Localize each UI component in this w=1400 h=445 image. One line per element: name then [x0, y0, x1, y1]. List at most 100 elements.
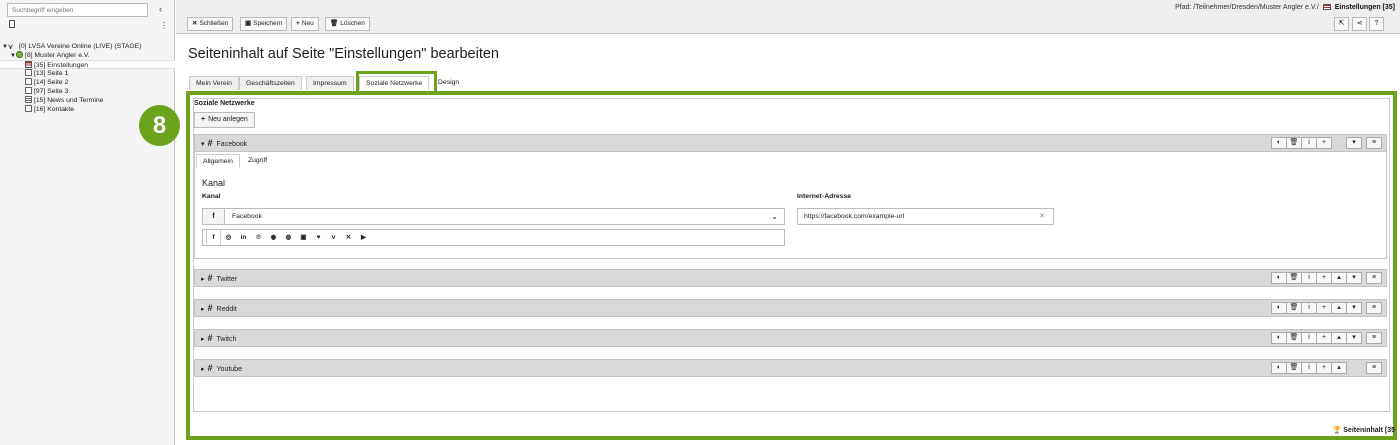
docheader: Pfad: /Teilnehmer/Dresden/Muster Angler …: [176, 0, 1400, 34]
xing-icon[interactable]: ✕: [341, 230, 356, 245]
trash-icon[interactable]: 🗑: [1286, 362, 1302, 374]
record-header-facebook[interactable]: ▾ # Facebook ◐ 🗑 i + ▾ ≡: [194, 134, 1387, 152]
close-button[interactable]: ✕ Schließen: [187, 17, 234, 31]
plus-icon[interactable]: +: [1316, 272, 1332, 284]
instagram-icon[interactable]: ◎: [221, 230, 236, 245]
trash-icon[interactable]: 🗑: [1286, 302, 1302, 314]
move-up-icon[interactable]: ▴: [1331, 272, 1347, 284]
toggle-visibility-icon[interactable]: ◐: [1271, 137, 1287, 149]
share-button[interactable]: ⋖: [1352, 17, 1367, 31]
hash-icon: #: [207, 333, 213, 343]
url-label: Internet-Adresse: [797, 193, 852, 200]
facebook-icon[interactable]: f: [206, 230, 221, 245]
twitch-icon[interactable]: ▣: [296, 230, 311, 245]
move-down-icon[interactable]: ▾: [1346, 302, 1362, 314]
tree-node-site[interactable]: ▼ [8] Muster Angler e.V.: [0, 51, 175, 60]
move-up-icon[interactable]: ▴: [1331, 302, 1347, 314]
help-button[interactable]: ?: [1369, 17, 1384, 31]
info-icon[interactable]: i: [1301, 272, 1317, 284]
page-icon: [25, 87, 32, 94]
record-header-youtube[interactable]: ▸ # Youtube ◐ 🗑 i + ▴ ≡: [194, 359, 1387, 377]
collapse-panel-icon[interactable]: ‹: [159, 4, 162, 14]
info-icon[interactable]: i: [1301, 332, 1317, 344]
save-button[interactable]: ▣ Speichern: [240, 17, 288, 31]
drag-handle-icon[interactable]: ≡: [1366, 362, 1382, 374]
twitter-icon[interactable]: ♥: [311, 230, 326, 245]
tree-search-input[interactable]: [7, 3, 148, 17]
tree-node-seite-2[interactable]: [14] Seite 2: [0, 78, 175, 87]
toggle-visibility-icon[interactable]: ◐: [1271, 302, 1287, 314]
move-down-icon[interactable]: ▾: [1346, 332, 1362, 344]
page-icon: [25, 69, 32, 76]
drag-handle-icon[interactable]: ≡: [1366, 332, 1382, 344]
trash-icon: 🗑: [330, 20, 339, 27]
url-input[interactable]: https://facebook.com/example-url: [797, 208, 1054, 225]
info-icon[interactable]: i: [1301, 137, 1317, 149]
record-header-twitch[interactable]: ▸ # Twitch ◐ 🗑 i + ▴ ▾ ≡: [194, 329, 1387, 347]
move-down-icon[interactable]: ▾: [1346, 137, 1362, 149]
plus-icon[interactable]: +: [1316, 362, 1332, 374]
drag-handle-icon[interactable]: ≡: [1366, 302, 1382, 314]
chevron-right-icon[interactable]: ▸: [201, 336, 205, 343]
tree-node-einstellungen[interactable]: [35] Einstellungen: [0, 60, 175, 69]
tree-node-seite-1[interactable]: [13] Seite 1: [0, 69, 175, 78]
delete-button[interactable]: 🗑 Löschen: [325, 17, 370, 31]
kanal-select-value: Facebook: [232, 213, 262, 220]
move-up-placeholder: [1331, 137, 1347, 149]
new-page-icon[interactable]: [9, 20, 15, 28]
share-icon: ⋖: [1356, 20, 1363, 27]
pinterest-icon[interactable]: ℗: [251, 230, 266, 245]
tab-mein-verein[interactable]: Mein Verein: [189, 76, 239, 90]
drag-handle-icon[interactable]: ≡: [1366, 272, 1382, 284]
trash-icon[interactable]: 🗑: [1286, 137, 1302, 149]
social-icon-picker: f ◎ in ℗ ◉ ◍ ▣ ♥ v ✕ ▶: [202, 229, 785, 246]
toggle-visibility-icon[interactable]: ◐: [1271, 272, 1287, 284]
toggle-visibility-icon[interactable]: ◐: [1271, 362, 1287, 374]
tab-impressum[interactable]: Impressum: [306, 76, 354, 90]
chevron-right-icon[interactable]: ▸: [201, 306, 205, 313]
drag-handle-icon[interactable]: ≡: [1366, 137, 1382, 149]
kanal-select[interactable]: f Facebook ⌄: [202, 208, 785, 225]
new-button[interactable]: + Neu: [291, 17, 319, 31]
tree-node-root[interactable]: ▼⋎ [0] LVSA Vereine Online (LIVE) (STAGE): [0, 42, 175, 51]
chevron-down-icon[interactable]: ▾: [201, 141, 205, 148]
trash-icon[interactable]: 🗑: [1286, 332, 1302, 344]
snapchat-icon[interactable]: ◍: [281, 230, 296, 245]
tab-geschaeftszeiten[interactable]: Geschäftszeiten: [239, 76, 302, 90]
plus-icon[interactable]: +: [1316, 332, 1332, 344]
toggle-visibility-icon[interactable]: ◐: [1271, 332, 1287, 344]
move-up-icon[interactable]: ▴: [1331, 332, 1347, 344]
info-icon[interactable]: i: [1301, 302, 1317, 314]
list-icon: [25, 96, 32, 103]
tree-node-news[interactable]: [15] News und Termine: [0, 96, 175, 105]
info-icon[interactable]: i: [1301, 362, 1317, 374]
tree-node-label: [97] Seite 3: [34, 88, 69, 95]
record-header-reddit[interactable]: ▸ # Reddit ◐ 🗑 i + ▴ ▾ ≡: [194, 299, 1387, 317]
record-header-twitter[interactable]: ▸ # Twitter ◐ 🗑 i + ▴ ▾ ≡: [194, 269, 1387, 287]
clear-icon[interactable]: ✕: [1039, 208, 1045, 225]
linkedin-icon[interactable]: in: [236, 230, 251, 245]
subtab-allgemein[interactable]: Allgemein: [196, 154, 240, 168]
plus-icon[interactable]: +: [1316, 137, 1332, 149]
trash-icon[interactable]: 🗑: [1286, 272, 1302, 284]
breadcrumb-current: Einstellungen [35]: [1334, 4, 1395, 11]
kanal-label: Kanal: [202, 193, 221, 200]
reddit-icon[interactable]: ◉: [266, 230, 281, 245]
facebook-icon: f: [203, 209, 225, 224]
move-down-icon[interactable]: ▾: [1346, 272, 1362, 284]
tree-node-seite-3[interactable]: [97] Seite 3: [0, 87, 175, 96]
plus-icon[interactable]: +: [1316, 302, 1332, 314]
open-new-window-button[interactable]: ⇱: [1334, 17, 1349, 31]
page-title: Seiteninhalt auf Seite "Einstellungen" b…: [188, 46, 499, 62]
new-record-button[interactable]: + Neu anlegen: [194, 112, 255, 128]
flag-icon: [25, 61, 32, 68]
more-options-icon[interactable]: ⋮: [160, 21, 168, 30]
vimeo-icon[interactable]: v: [326, 230, 341, 245]
chevron-down-icon: ⌄: [771, 212, 778, 221]
chevron-right-icon[interactable]: ▸: [201, 276, 205, 283]
tree-node-label: [35] Einstellungen: [34, 62, 89, 69]
subtab-zugriff[interactable]: Zugriff: [242, 154, 273, 168]
move-up-icon[interactable]: ▴: [1331, 362, 1347, 374]
chevron-right-icon[interactable]: ▸: [201, 366, 205, 373]
youtube-icon[interactable]: ▶: [356, 230, 371, 245]
